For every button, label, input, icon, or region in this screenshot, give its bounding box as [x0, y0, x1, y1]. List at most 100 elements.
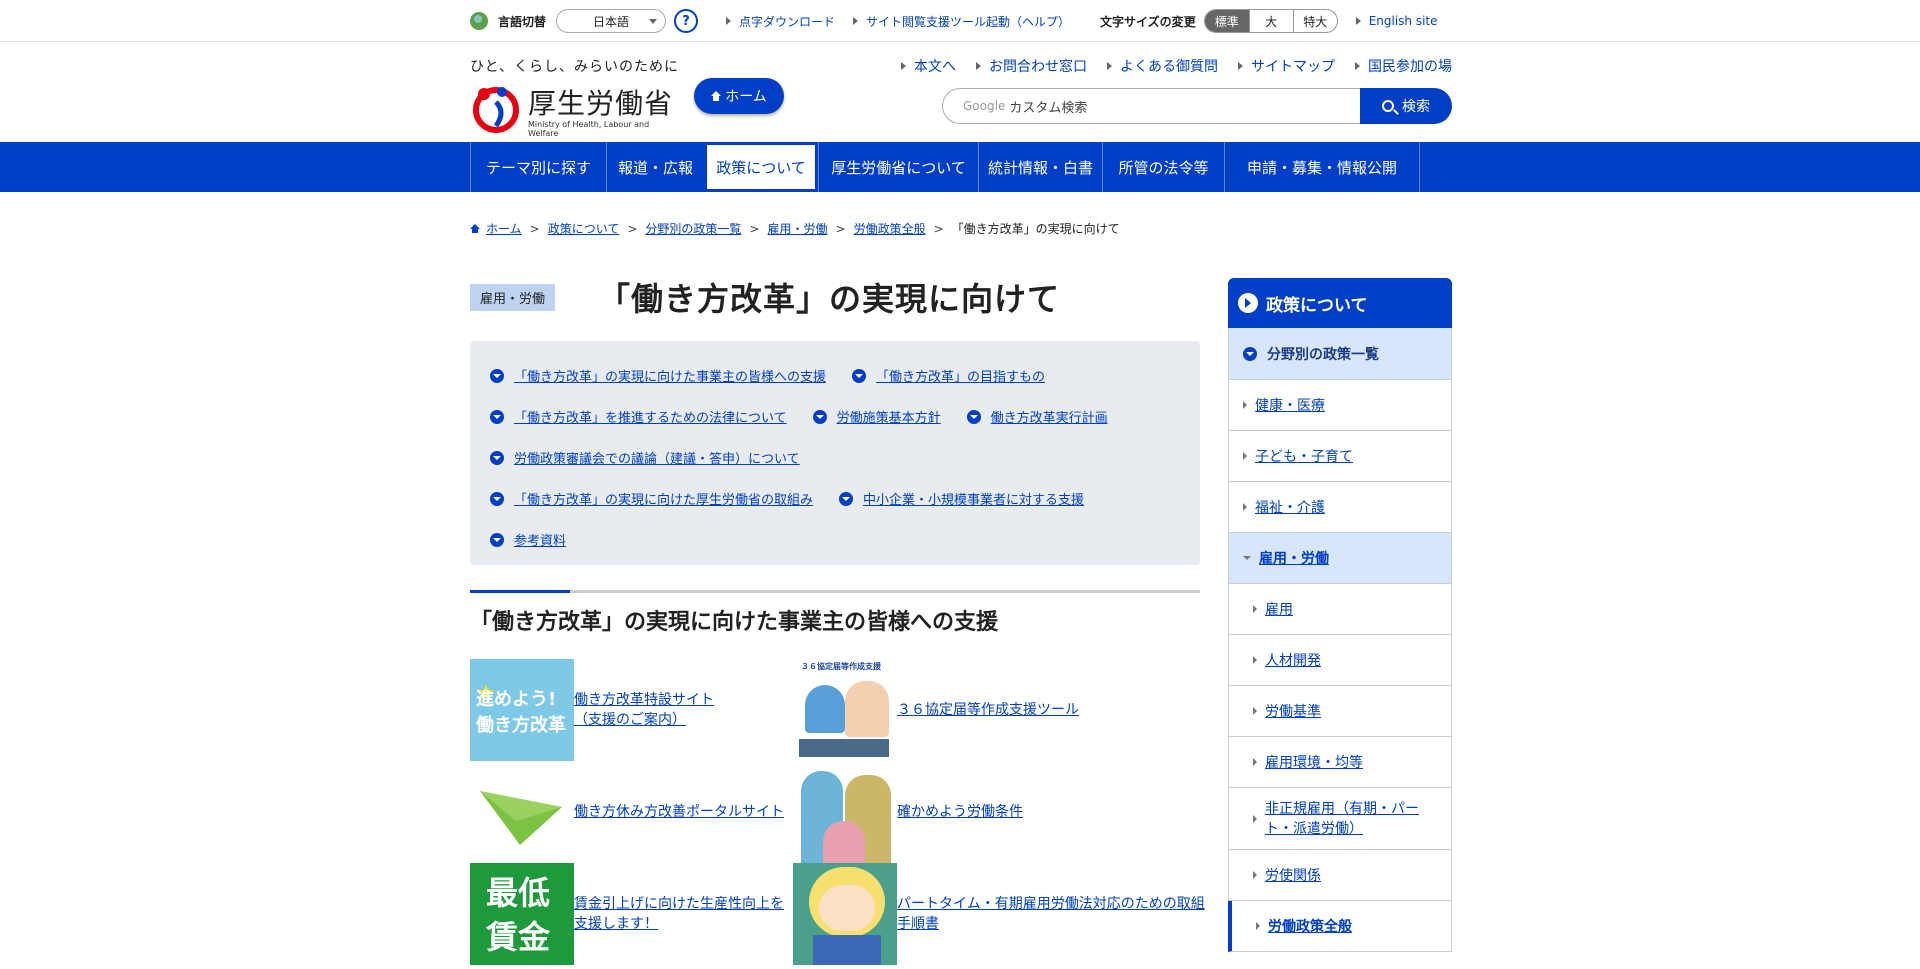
header-link-contact[interactable]: お問合わせ窓口 [976, 56, 1087, 76]
arrow-right-icon [1243, 452, 1247, 460]
toc-link[interactable]: 労働政策審議会での議論（建議・答申）について [490, 448, 800, 467]
breadcrumb-policy-list[interactable]: 分野別の政策一覧 [645, 220, 741, 237]
breadcrumb-employment[interactable]: 雇用・労働 [767, 220, 827, 237]
page-title: 「働き方改革」の実現に向けて [598, 280, 1061, 318]
gnav-statistics[interactable]: 統計情報・白書 [978, 142, 1102, 192]
side-item-health[interactable]: 健康・医療 [1228, 380, 1452, 431]
help-icon[interactable]: ? [674, 9, 699, 33]
chevron-down-icon [649, 19, 658, 24]
work-style-reform-image: ★ 進めよう!働き方改革 [470, 659, 574, 761]
fontsize-large-button[interactable]: 大 [1248, 10, 1293, 32]
english-site-link[interactable]: English site [1355, 14, 1438, 28]
side-item-children[interactable]: 子ども・子育て [1228, 431, 1452, 482]
chevron-down-icon [490, 450, 504, 465]
support-card[interactable]: ★ 進めよう!働き方改革 働き方改革特設サイト（支援のご案内） [470, 659, 734, 761]
paper-plane-image [470, 761, 574, 863]
support-card[interactable]: 最低賃金 賃金引上げに向けた生産性向上を支援します！ [470, 863, 788, 965]
arrow-right-icon [1253, 707, 1257, 715]
support-card[interactable]: パートタイム・有期雇用労働法対応のための取組手順書 [793, 863, 1207, 965]
chevron-down-icon [839, 491, 854, 506]
toc-link[interactable]: 「働き方改革」の目指すもの [852, 366, 1045, 385]
fontsize-xlarge-button[interactable]: 特大 [1292, 10, 1337, 32]
side-item-hr-development[interactable]: 人材開発 [1228, 635, 1452, 686]
side-item-equality[interactable]: 雇用環境・均等 [1228, 737, 1452, 788]
header-link-sitemap[interactable]: サイトマップ [1238, 56, 1335, 76]
minimum-wage-image: 最低賃金 [470, 863, 574, 965]
logo-name: 厚生労働省 [528, 87, 674, 120]
side-item-employment-sub[interactable]: 雇用 [1228, 584, 1452, 635]
search-icon [1382, 100, 1394, 112]
breadcrumb: ホーム > 政策について > 分野別の政策一覧 > 雇用・労働 > 労働政策全般 > 「働… [470, 220, 1120, 237]
arrow-right-icon [853, 17, 859, 25]
gnav-applications[interactable]: 申請・募集・情報公開 [1224, 142, 1420, 192]
breadcrumb-home[interactable]: ホーム [486, 220, 522, 237]
logo-english: Ministry of Health, Labour and Welfare [528, 120, 650, 138]
chevron-down-icon [1243, 556, 1251, 560]
table-of-contents: 「働き方改革」の実現に向けた事業主の皆様への支援 「働き方改革」の目指すもの 「… [470, 341, 1200, 565]
chevron-down-icon [490, 409, 504, 424]
arrow-right-icon [1243, 401, 1247, 409]
home-button[interactable]: ホーム [694, 78, 784, 114]
header-links: 本文へ お問合わせ窓口 よくある御質問 サイトマップ 国民参加の場 [881, 56, 1452, 76]
toc-link[interactable]: 労働施策基本方針 [812, 407, 941, 426]
toc-link[interactable]: 中小企業・小規模事業者に対する支援 [839, 489, 1084, 508]
fontsize-standard-button[interactable]: 標準 [1204, 10, 1249, 32]
chevron-down-icon [812, 409, 827, 424]
arrow-right-icon [1253, 758, 1257, 766]
toc-link[interactable]: 「働き方改革」の実現に向けた事業主の皆様への支援 [490, 366, 826, 385]
header-link-faq[interactable]: よくある御質問 [1107, 56, 1218, 76]
gnav-theme[interactable]: テーマ別に探す [470, 142, 606, 192]
side-item-labor-relations[interactable]: 労使関係 [1228, 850, 1452, 901]
side-item-labor-standards[interactable]: 労働基準 [1228, 686, 1452, 737]
toc-link[interactable]: 参考資料 [490, 530, 566, 549]
header-link-main[interactable]: 本文へ [901, 56, 956, 76]
side-item-labor-general[interactable]: 労働政策全般 [1228, 901, 1452, 952]
arrow-right-icon [1238, 293, 1258, 313]
gnav-about[interactable]: 厚生労働省について [818, 142, 978, 192]
home-icon [470, 224, 480, 233]
chevron-down-icon [490, 532, 504, 547]
breadcrumb-policy[interactable]: 政策について [548, 220, 620, 237]
arrow-right-icon [1253, 656, 1257, 664]
breadcrumb-labor-general[interactable]: 労働政策全般 [854, 220, 926, 237]
gnav-laws[interactable]: 所管の法令等 [1102, 142, 1224, 192]
character-illustration-image [793, 863, 897, 965]
side-item-nonregular[interactable]: 非正規雇用（有期・パート・派遣労働） [1228, 788, 1452, 850]
arrow-right-icon [901, 62, 906, 70]
tagline: ひと、くらし、みらいのために [470, 59, 680, 75]
side-item-welfare[interactable]: 福祉・介護 [1228, 482, 1452, 533]
language-select[interactable]: 日本語 [556, 9, 667, 33]
gnav-policy[interactable]: 政策について [704, 142, 818, 192]
chevron-down-icon [1243, 346, 1257, 361]
arrow-right-icon [726, 17, 732, 25]
arrow-right-icon [1253, 871, 1257, 879]
support-card[interactable]: ３６協定届等作成支援 ３６協定届等作成支援ツール [793, 659, 1097, 761]
fontsize-switcher: 標準 大 特大 [1203, 9, 1338, 33]
site-logo[interactable]: 厚生労働省 Ministry of Health, Labour and Wel… [470, 76, 680, 138]
chevron-down-icon [490, 491, 504, 506]
toc-link[interactable]: 働き方改革実行計画 [966, 407, 1108, 426]
toc-link[interactable]: 「働き方改革」の実現に向けた厚生労働省の取組み [490, 489, 813, 508]
support-card[interactable]: 働き方休み方改善ポータルサイト [470, 761, 784, 863]
arrow-right-icon [1253, 814, 1257, 823]
search-input[interactable]: Google カスタム検索 [942, 88, 1360, 124]
side-item-employment[interactable]: 雇用・労働 [1228, 533, 1452, 584]
arrow-right-icon [1355, 17, 1361, 25]
globe-icon [470, 12, 488, 30]
mhlw-logo-icon [473, 87, 519, 133]
gnav-press[interactable]: 報道・広報 [606, 142, 704, 192]
fontsize-label: 文字サイズの変更 [1100, 14, 1196, 29]
braille-download-link[interactable]: 点字ダウンロード [726, 13, 835, 30]
section-divider [470, 590, 1200, 593]
home-icon [711, 90, 722, 101]
side-nav-title[interactable]: 政策について [1228, 278, 1452, 328]
arrow-right-icon [1253, 605, 1257, 613]
chevron-down-icon [490, 368, 504, 383]
toc-link[interactable]: 「働き方改革」を推進するための法律について [490, 407, 787, 426]
side-nav-subtitle[interactable]: 分野別の政策一覧 [1228, 328, 1452, 380]
search-button[interactable]: 検索 [1360, 88, 1452, 124]
accessibility-tool-link[interactable]: サイト閲覧支援ツール起動（ヘルプ） [853, 13, 1070, 30]
header-link-participation[interactable]: 国民参加の場 [1355, 56, 1452, 76]
site-header: ひと、くらし、みらいのために 厚生労働省 Ministry of Health,… [470, 42, 1452, 142]
support-card[interactable]: 確かめよう労働条件 [793, 761, 1023, 863]
